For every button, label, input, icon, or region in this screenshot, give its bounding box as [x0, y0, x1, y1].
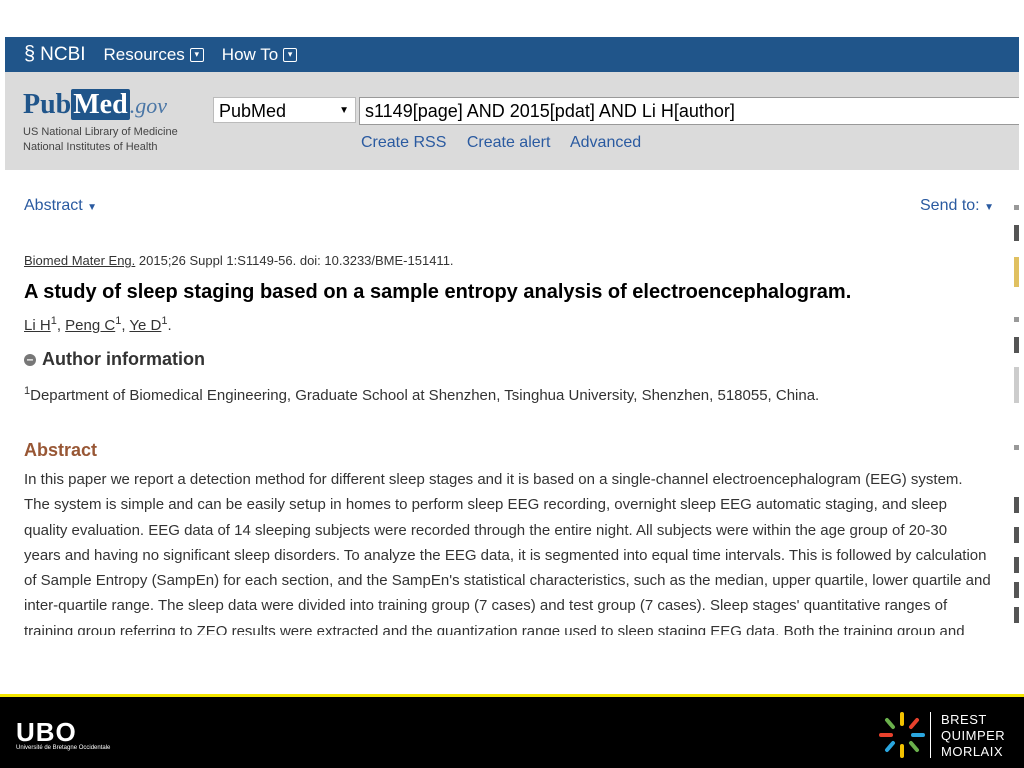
nih-label: National Institutes of Health	[23, 141, 158, 153]
journal-link[interactable]: Biomed Mater Eng.	[24, 253, 135, 268]
create-rss-link[interactable]: Create RSS	[361, 134, 446, 151]
ubo-logo: UBO	[16, 717, 77, 747]
chevron-down-icon: ▾	[283, 47, 298, 62]
screenshot-panel: § NCBI Resources ▾ How To ▾ PubMed.gov U…	[5, 37, 1019, 635]
caret-down-icon: ▼	[984, 202, 994, 213]
advanced-link[interactable]: Advanced	[570, 134, 641, 151]
chevron-down-icon: ▾	[189, 47, 204, 62]
search-input[interactable]	[359, 97, 1019, 125]
resources-menu[interactable]: Resources ▾	[104, 45, 204, 65]
search-area: PubMed.gov US National Library of Medici…	[5, 72, 1019, 170]
collapse-icon: –	[24, 353, 36, 366]
author-list: Li H1, Peng C1, Ye D1.	[24, 315, 172, 334]
how-to-label: How To	[221, 44, 279, 64]
database-select[interactable]: PubMed ▼	[213, 97, 356, 123]
ncbi-top-bar: § NCBI Resources ▾ How To ▾	[5, 37, 1019, 72]
nlm-label: US National Library of Medicine	[23, 126, 178, 138]
how-to-menu[interactable]: How To ▾	[221, 44, 298, 65]
citation: Biomed Mater Eng. 2015;26 Suppl 1:S1149-…	[24, 253, 454, 268]
send-to-menu[interactable]: Send to: ▼	[920, 197, 994, 215]
sidebar-cutoff	[1014, 197, 1019, 635]
create-alert-link[interactable]: Create alert	[467, 134, 551, 151]
abstract-text: In this paper we report a detection meth…	[24, 471, 991, 635]
article-title: A study of sleep staging based on a samp…	[24, 281, 852, 303]
resources-label: Resources	[103, 44, 185, 64]
abstract-heading: Abstract	[24, 440, 98, 460]
ncbi-logo[interactable]: § NCBI	[24, 43, 86, 66]
campus-logo-icon	[879, 712, 925, 758]
pubmed-logo[interactable]: PubMed.gov US National Library of Medici…	[23, 89, 178, 155]
slide-footer	[0, 697, 1024, 768]
affiliation: 1Department of Biomedical Engineering, G…	[24, 385, 820, 404]
footer-divider	[930, 712, 931, 758]
author-info-toggle[interactable]: – Author information	[24, 349, 205, 370]
campus-cities: BREST QUIMPER MORLAIX	[941, 712, 1006, 759]
author-link[interactable]: Li H	[24, 317, 51, 334]
dna-helix-icon: §	[24, 43, 36, 65]
ubo-subtitle: Université de Bretagne Occidentale	[16, 745, 111, 751]
author-link[interactable]: Peng C	[65, 317, 115, 334]
caret-down-icon: ▼	[87, 202, 98, 213]
author-link[interactable]: Ye D	[129, 317, 161, 334]
search-links: Create RSS Create alert Advanced	[361, 134, 657, 152]
format-menu[interactable]: Abstract ▼	[24, 197, 97, 215]
dropdown-arrow-icon: ▼	[339, 105, 349, 116]
